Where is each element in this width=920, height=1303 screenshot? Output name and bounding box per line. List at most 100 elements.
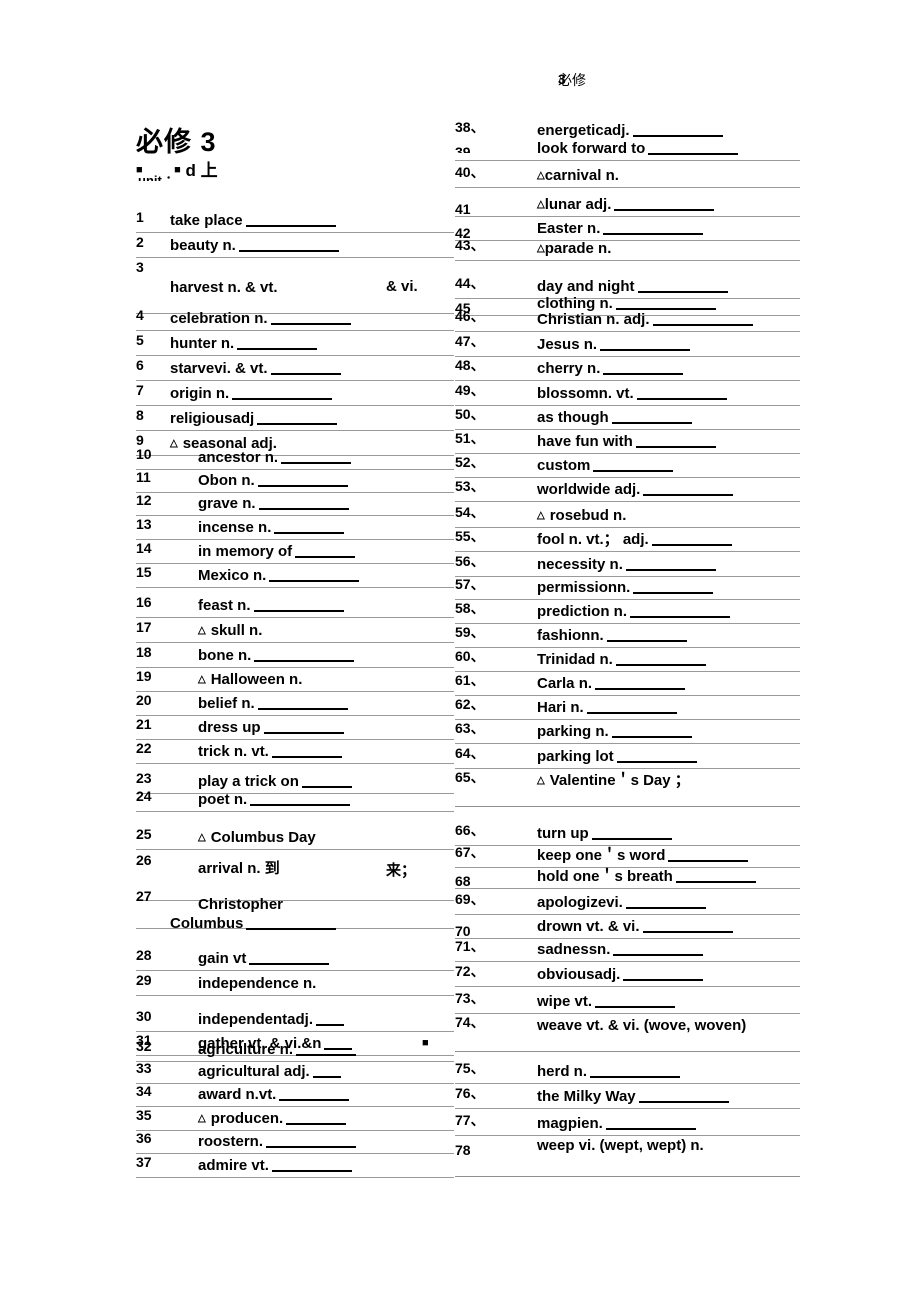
fill-in-blank[interactable]	[675, 870, 756, 883]
fill-in-blank[interactable]	[668, 849, 749, 862]
fill-in-blank[interactable]	[603, 222, 704, 235]
term-text: obviousadj.	[537, 966, 621, 983]
fill-in-blank[interactable]	[270, 362, 341, 375]
vocabulary-term: custom	[537, 456, 676, 475]
fill-in-blank[interactable]	[232, 387, 333, 400]
fill-in-blank[interactable]	[595, 677, 686, 690]
fill-in-blank[interactable]	[648, 142, 739, 155]
fill-in-blank[interactable]	[257, 474, 348, 487]
fill-in-blank[interactable]	[281, 451, 352, 464]
fill-in-blank[interactable]	[312, 1065, 341, 1078]
fill-in-blank[interactable]	[271, 1159, 352, 1172]
fill-in-blank[interactable]	[250, 793, 351, 806]
term-text: grave n.	[198, 495, 256, 512]
fill-in-blank[interactable]	[257, 697, 348, 710]
fill-in-blank[interactable]	[630, 605, 730, 618]
vocabulary-term: incense n.	[198, 518, 347, 537]
row-number: 35	[136, 1107, 152, 1123]
vocabulary-term: agriculture n.	[198, 1040, 359, 1059]
fill-in-blank[interactable]	[638, 1090, 729, 1103]
vocabulary-term: have fun with	[537, 432, 719, 451]
row-number: 16	[136, 594, 152, 610]
fill-in-blank[interactable]	[616, 750, 697, 763]
fill-in-blank[interactable]	[296, 1043, 357, 1056]
row-number: 22	[136, 740, 152, 756]
term-text: turn up	[537, 825, 589, 842]
term-text: Jesus n.	[537, 336, 598, 353]
row-number: 25	[136, 826, 152, 842]
triangle-marker-icon: △	[537, 170, 545, 181]
row-number: 18	[136, 644, 152, 660]
fill-in-blank[interactable]	[316, 1013, 345, 1026]
fill-in-blank[interactable]	[590, 1065, 681, 1078]
fill-in-blank[interactable]	[263, 721, 344, 734]
vocabulary-row: 35 △ producen.	[136, 1106, 454, 1131]
row-number: 32	[136, 1038, 152, 1054]
fill-in-blank[interactable]	[237, 337, 318, 350]
fill-in-blank[interactable]	[238, 239, 339, 252]
row-number: 29	[136, 972, 152, 988]
vocabulary-row: 13 incense n.	[136, 515, 454, 540]
fill-in-blank[interactable]	[595, 995, 676, 1008]
fill-in-blank[interactable]	[613, 943, 704, 956]
fill-in-blank[interactable]	[603, 362, 684, 375]
fill-in-blank[interactable]	[605, 1117, 696, 1130]
vocabulary-row: 57、 permissionn.	[455, 575, 800, 600]
vocabulary-row: 54、 △ rosebud n.	[455, 503, 800, 528]
fill-in-blank[interactable]	[651, 533, 732, 546]
vocabulary-row: 63、 parking n.	[455, 719, 800, 744]
term-text: starvevi. & vt.	[170, 360, 268, 377]
row-number: 71、	[455, 938, 485, 954]
fill-in-blank[interactable]	[266, 1135, 357, 1148]
vocabulary-term: poet n.	[198, 790, 353, 809]
fill-in-blank[interactable]	[246, 917, 337, 930]
fill-in-blank[interactable]	[249, 952, 330, 965]
term-text: magpien.	[537, 1115, 603, 1132]
fill-in-blank[interactable]	[270, 312, 351, 325]
fill-in-blank[interactable]	[642, 920, 733, 933]
fill-in-blank[interactable]	[586, 701, 677, 714]
unit-letter: d	[185, 161, 196, 180]
fill-in-blank[interactable]	[593, 459, 674, 472]
fill-in-blank[interactable]	[286, 1112, 347, 1125]
fill-in-blank[interactable]	[611, 411, 692, 424]
vocabulary-term: △ rosebud n.	[537, 506, 626, 525]
vocabulary-term: in memory of	[198, 542, 358, 561]
fill-in-blank[interactable]	[254, 649, 355, 662]
fill-in-blank[interactable]	[295, 545, 356, 558]
fill-in-blank[interactable]	[257, 412, 338, 425]
fill-in-blank[interactable]	[269, 569, 360, 582]
fill-in-blank[interactable]	[652, 313, 753, 326]
fill-in-blank[interactable]	[245, 214, 336, 227]
vocabulary-row: 62、 Hari n.	[455, 695, 800, 720]
vocabulary-term: worldwide adj.	[537, 480, 736, 499]
term-text: keep one＇s word	[537, 847, 666, 864]
fill-in-blank[interactable]	[625, 558, 716, 571]
fill-in-blank[interactable]	[591, 827, 672, 840]
term-text-line2: Columbus	[170, 914, 339, 933]
fill-in-blank[interactable]	[279, 1088, 350, 1101]
fill-in-blank[interactable]	[258, 497, 349, 510]
row-number: 17	[136, 619, 152, 635]
fill-in-blank[interactable]	[623, 968, 704, 981]
fill-in-blank[interactable]	[636, 387, 727, 400]
vocabulary-term: grave n.	[198, 494, 352, 513]
fill-in-blank[interactable]	[600, 338, 691, 351]
fill-in-blank[interactable]	[625, 896, 706, 909]
fill-in-blank[interactable]	[635, 435, 716, 448]
fill-in-blank[interactable]	[633, 581, 714, 594]
fill-in-blank[interactable]	[611, 725, 692, 738]
fill-in-blank[interactable]	[274, 521, 345, 534]
fill-in-blank[interactable]	[615, 653, 706, 666]
row-number: 30	[136, 1008, 152, 1024]
fill-in-blank[interactable]	[614, 198, 715, 211]
vocabulary-row: 60、 Trinidad n.	[455, 647, 800, 672]
fill-in-blank[interactable]	[253, 599, 344, 612]
fill-in-blank[interactable]	[606, 629, 687, 642]
fill-in-blank[interactable]	[271, 745, 342, 758]
triangle-marker-icon: △	[537, 510, 545, 521]
fill-in-blank[interactable]	[643, 483, 734, 496]
term-text: hold one＇s breath	[537, 868, 673, 885]
vocabulary-row: 29 independence n.	[136, 971, 454, 996]
term-text: arrival n. 到	[198, 860, 280, 877]
